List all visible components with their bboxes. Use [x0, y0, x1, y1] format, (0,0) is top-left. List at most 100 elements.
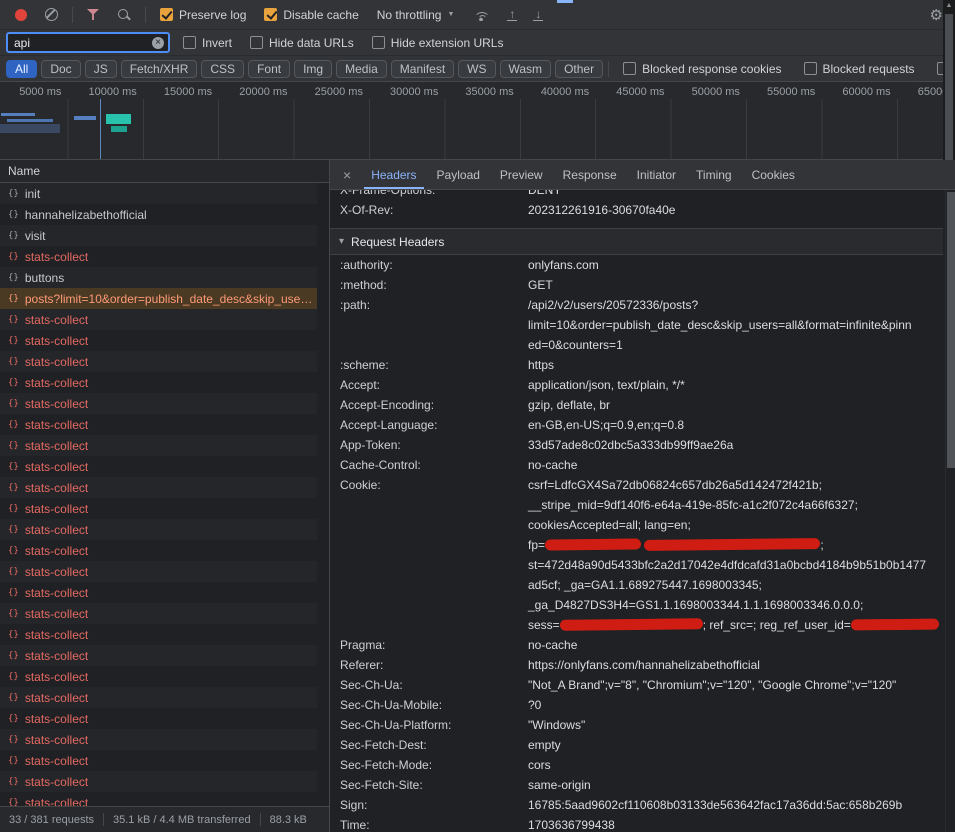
request-row[interactable]: {} stats-collect: [0, 750, 317, 771]
request-row[interactable]: {} posts?limit=10&order=publish_date_des…: [0, 288, 317, 309]
request-row[interactable]: {} stats-collect: [0, 246, 317, 267]
network-conditions-icon[interactable]: [473, 9, 489, 21]
checkbox-label: Preserve log: [179, 8, 246, 22]
throttling-select[interactable]: No throttling ▼: [377, 8, 455, 22]
request-name: stats-collect: [25, 544, 317, 558]
preserve-log-checkbox[interactable]: Preserve log: [160, 8, 246, 22]
import-har-icon[interactable]: ↑: [507, 9, 517, 21]
request-row[interactable]: {} stats-collect: [0, 309, 317, 330]
request-row[interactable]: {} stats-collect: [0, 561, 317, 582]
type-filter-pill[interactable]: Font: [248, 60, 290, 78]
scrollbar-thumb[interactable]: [947, 192, 955, 468]
request-name: stats-collect: [25, 733, 317, 747]
request-name: stats-collect: [25, 607, 317, 621]
filter-input[interactable]: [14, 36, 152, 50]
request-row[interactable]: {} stats-collect: [0, 351, 317, 372]
scroll-up-icon[interactable]: ▲: [943, 2, 955, 9]
hide-extension-urls-checkbox[interactable]: Hide extension URLs: [372, 36, 504, 50]
network-filter-checkbox[interactable]: Blocked requests: [804, 62, 915, 76]
invert-checkbox[interactable]: Invert: [183, 36, 232, 50]
type-filter-pill[interactable]: CSS: [201, 60, 244, 78]
clear-network-log-icon[interactable]: [45, 8, 58, 21]
script-file-icon: {}: [8, 798, 19, 807]
type-filter-pill[interactable]: All: [6, 60, 37, 78]
request-row[interactable]: {} stats-collect: [0, 372, 317, 393]
request-name: stats-collect: [25, 502, 317, 516]
request-row[interactable]: {} hannahelizabethofficial: [0, 204, 317, 225]
details-tab[interactable]: Preview: [493, 160, 550, 189]
request-row[interactable]: {} stats-collect: [0, 771, 317, 792]
hide-data-urls-checkbox[interactable]: Hide data URLs: [250, 36, 354, 50]
request-row[interactable]: {} stats-collect: [0, 519, 317, 540]
header-value: no-cache: [528, 455, 943, 475]
header-value: 1703636799438: [528, 815, 943, 832]
type-filter-pill[interactable]: Manifest: [391, 60, 454, 78]
request-row[interactable]: {} visit: [0, 225, 317, 246]
checkbox-label: Blocked requests: [823, 62, 915, 76]
timeline-chart[interactable]: [0, 99, 955, 159]
clear-filter-icon[interactable]: ×: [152, 37, 164, 49]
request-row[interactable]: {} stats-collect: [0, 498, 317, 519]
request-row[interactable]: {} stats-collect: [0, 393, 317, 414]
script-file-icon: {}: [8, 588, 19, 598]
type-filter-pill[interactable]: Fetch/XHR: [121, 60, 198, 78]
type-filter-pill[interactable]: Other: [555, 60, 603, 78]
name-column-header[interactable]: Name: [0, 160, 329, 183]
request-row[interactable]: {} stats-collect: [0, 435, 317, 456]
request-row[interactable]: {} stats-collect: [0, 645, 317, 666]
export-har-icon[interactable]: ↓: [533, 9, 543, 21]
request-row[interactable]: {} stats-collect: [0, 582, 317, 603]
details-scrollbar[interactable]: [945, 190, 955, 832]
script-file-icon: {}: [8, 273, 19, 283]
type-filter-pill[interactable]: Img: [294, 60, 332, 78]
network-filter-checkbox[interactable]: Blocked response cookies: [623, 62, 781, 76]
request-row[interactable]: {} stats-collect: [0, 603, 317, 624]
script-file-icon: {}: [8, 504, 19, 514]
type-filter-pill[interactable]: Media: [336, 60, 387, 78]
details-tab[interactable]: Headers: [364, 160, 423, 189]
details-tab[interactable]: Payload: [430, 160, 487, 189]
checkbox-label: Hide extension URLs: [391, 36, 504, 50]
request-row[interactable]: {} buttons: [0, 267, 317, 288]
request-row[interactable]: {} stats-collect: [0, 477, 317, 498]
request-name: stats-collect: [25, 418, 317, 432]
search-icon[interactable]: [117, 8, 131, 22]
timeline-selection-marker: [100, 99, 101, 159]
request-row[interactable]: {} stats-collect: [0, 540, 317, 561]
record-button[interactable]: [15, 9, 27, 21]
timeline-overview[interactable]: 5000 ms10000 ms15000 ms20000 ms25000 ms3…: [0, 82, 955, 160]
chevron-down-icon: ▼: [447, 11, 454, 18]
request-row[interactable]: {} stats-collect: [0, 666, 317, 687]
type-filter-pill[interactable]: JS: [85, 60, 117, 78]
request-row[interactable]: {} stats-collect: [0, 792, 317, 806]
request-row[interactable]: {} stats-collect: [0, 330, 317, 351]
request-row[interactable]: {} stats-collect: [0, 708, 317, 729]
close-details-icon[interactable]: ×: [343, 167, 351, 183]
request-name: posts?limit=10&order=publish_date_desc&s…: [25, 292, 317, 306]
details-tab[interactable]: Initiator: [630, 160, 683, 189]
request-headers-section[interactable]: ▾ Request Headers: [330, 228, 943, 255]
request-name: buttons: [25, 271, 317, 285]
request-row[interactable]: {} stats-collect: [0, 687, 317, 708]
script-file-icon: {}: [8, 525, 19, 535]
throttling-value: No throttling: [377, 8, 442, 22]
script-file-icon: {}: [8, 483, 19, 493]
type-filter-pill[interactable]: Doc: [41, 60, 80, 78]
header-value: csrf=LdfcGX4Sa72db06824c657db26a5d142472…: [528, 475, 943, 635]
request-row[interactable]: {} stats-collect: [0, 624, 317, 645]
request-row[interactable]: {} stats-collect: [0, 456, 317, 477]
request-row[interactable]: {} stats-collect: [0, 729, 317, 750]
details-tab[interactable]: Cookies: [745, 160, 802, 189]
request-name: stats-collect: [25, 565, 317, 579]
request-row[interactable]: {} stats-collect: [0, 414, 317, 435]
script-file-icon: {}: [8, 672, 19, 682]
request-row[interactable]: {} init: [0, 183, 317, 204]
filter-icon[interactable]: [87, 9, 99, 20]
type-filter-pill[interactable]: WS: [458, 60, 495, 78]
disable-cache-checkbox[interactable]: Disable cache: [264, 8, 358, 22]
details-tab[interactable]: Timing: [689, 160, 739, 189]
details-tab[interactable]: Response: [556, 160, 624, 189]
type-filter-pill[interactable]: Wasm: [500, 60, 552, 78]
header-name: Pragma:: [340, 635, 528, 655]
settings-gear-icon[interactable]: ⚙: [930, 6, 943, 24]
